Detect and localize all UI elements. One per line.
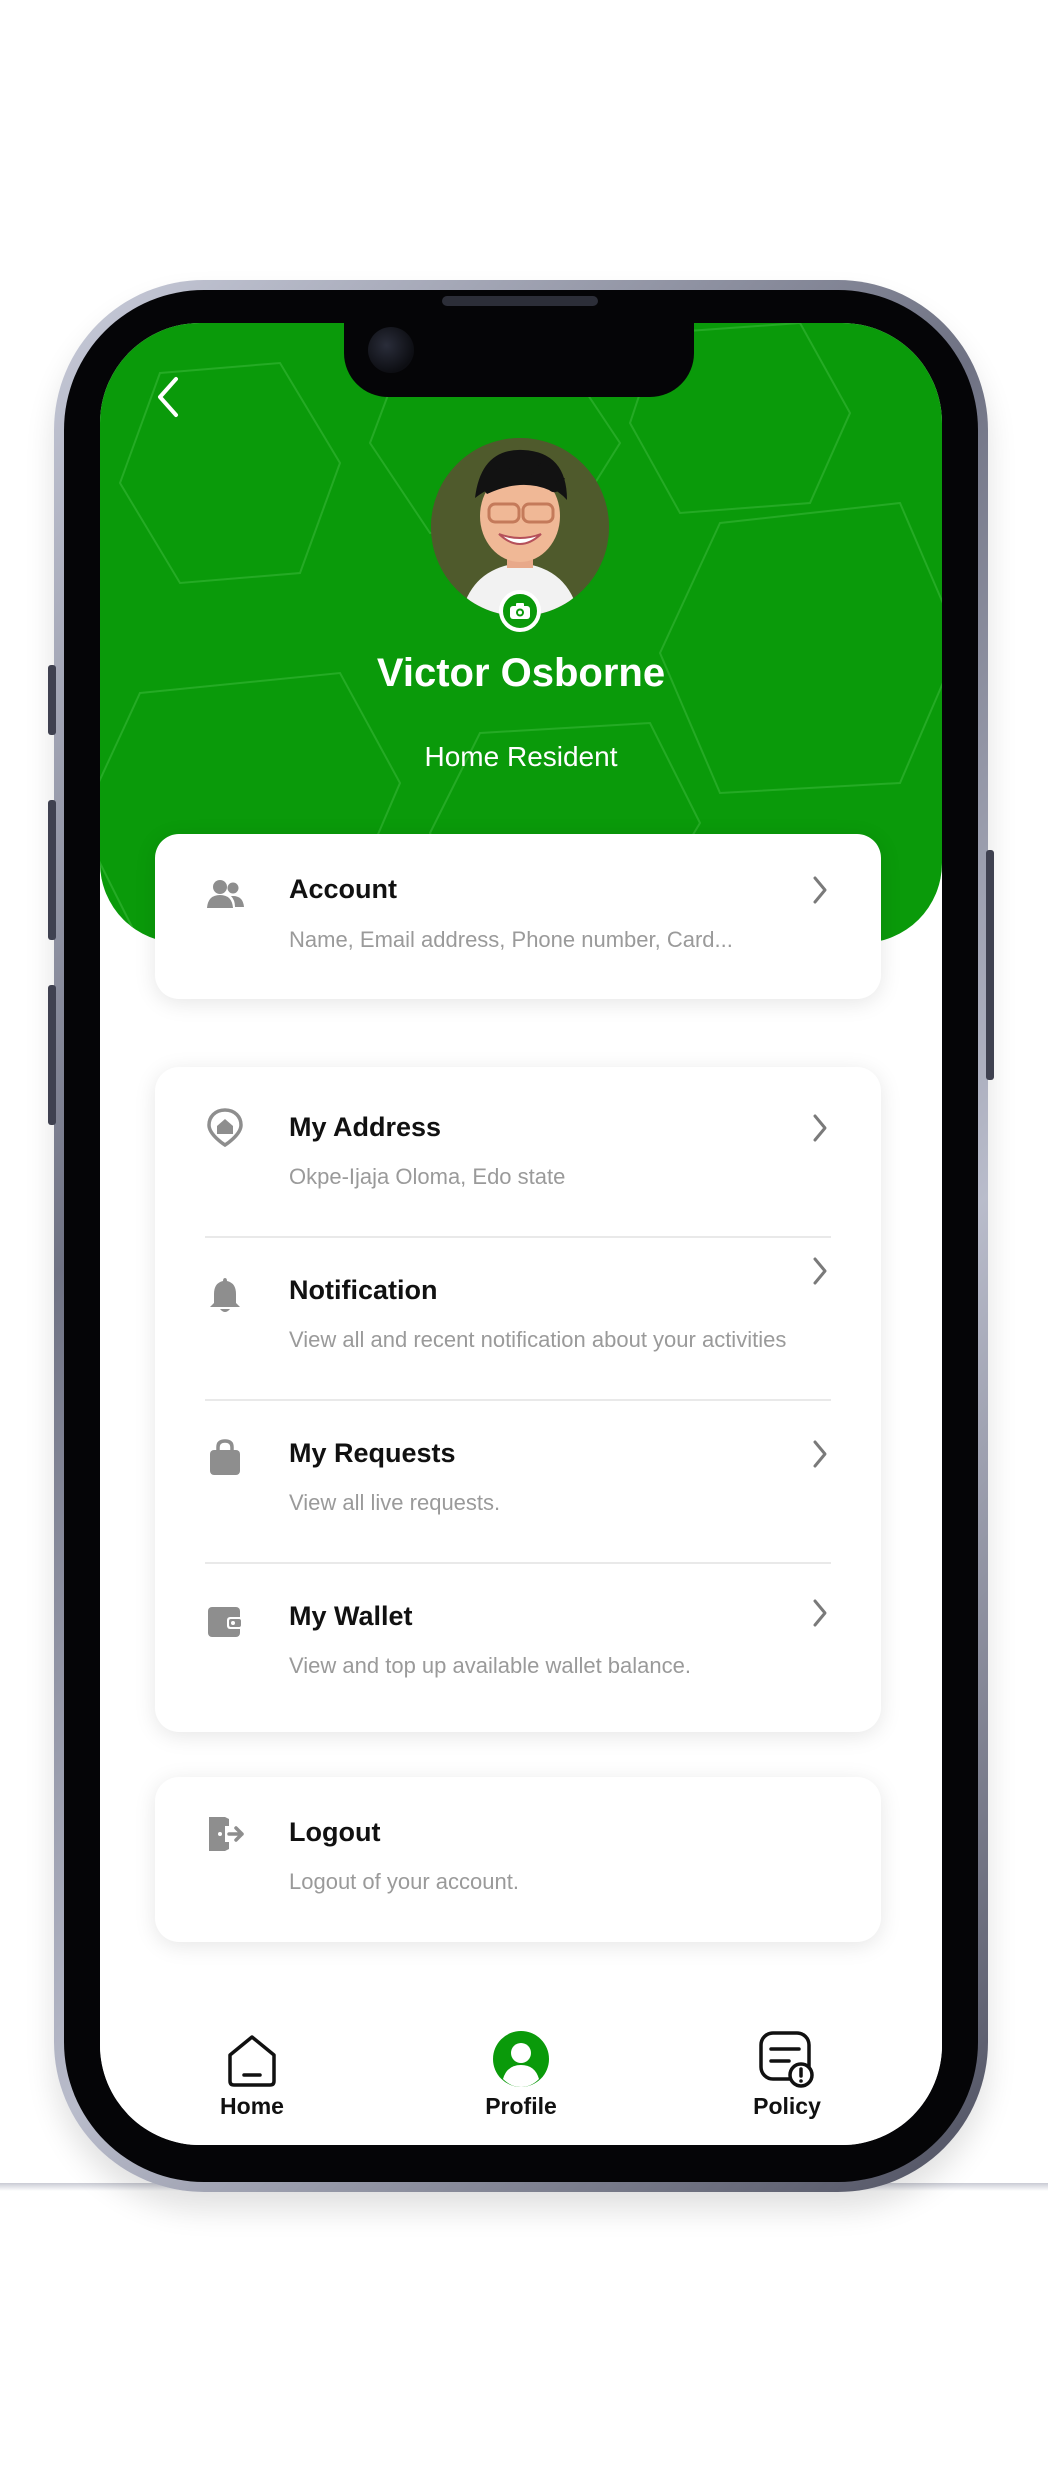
users-icon — [207, 880, 244, 908]
account-subtitle: Name, Email address, Phone number, Card.… — [289, 927, 733, 952]
chevron-right-icon — [813, 1114, 827, 1142]
volume-down-button — [48, 985, 56, 1125]
menu-item-subtitle: View all and recent notification about y… — [289, 1327, 787, 1352]
volume-up-button — [48, 800, 56, 940]
menu-item-title: Notification — [289, 1275, 438, 1305]
camera-icon — [510, 603, 530, 619]
notch — [344, 323, 694, 397]
bag-icon — [210, 1439, 240, 1475]
chevron-left-icon — [158, 377, 178, 417]
policy-icon — [759, 2031, 814, 2088]
logout-row[interactable]: Logout Logout of your account. — [155, 1777, 881, 1942]
app-screen: Victor Osborne Home Resident Account Nam… — [100, 323, 942, 2145]
menu-item-my-address[interactable]: My Address Okpe-Ijaja Oloma, Edo state — [155, 1067, 881, 1237]
menu-item-subtitle: Okpe-Ijaja Oloma, Edo state — [289, 1164, 566, 1189]
logout-subtitle: Logout of your account. — [289, 1869, 519, 1894]
menu-card: My Address Okpe-Ijaja Oloma, Edo state N… — [155, 1067, 881, 1732]
nav-home[interactable]: Home — [172, 2015, 332, 2125]
mute-switch — [48, 665, 56, 735]
account-title: Account — [289, 874, 397, 904]
nav-policy[interactable]: Policy — [707, 2015, 867, 2125]
speaker-grille — [442, 296, 598, 306]
chevron-right-icon — [813, 876, 827, 904]
wallet-icon — [208, 1607, 243, 1637]
logout-icon — [209, 1817, 244, 1851]
nav-label: Profile — [485, 2093, 557, 2119]
user-role: Home Resident — [424, 741, 618, 772]
bottom-nav: Home Profile Policy — [100, 1995, 942, 2145]
back-button[interactable] — [150, 373, 190, 421]
account-card: Account Name, Email address, Phone numbe… — [155, 834, 881, 999]
menu-item-subtitle: View and top up available wallet balance… — [289, 1653, 691, 1678]
profile-icon — [493, 2031, 549, 2087]
nav-label: Home — [220, 2093, 284, 2119]
chevron-right-icon — [813, 1440, 827, 1468]
front-camera — [368, 327, 414, 373]
home-pin-icon — [207, 1108, 243, 1147]
menu-item-notification[interactable]: Notification View all and recent notific… — [155, 1238, 881, 1400]
menu-item-subtitle: View all live requests. — [289, 1490, 501, 1515]
logout-title: Logout — [289, 1817, 381, 1847]
account-row[interactable]: Account Name, Email address, Phone numbe… — [155, 834, 881, 999]
menu-item-title: My Requests — [289, 1438, 456, 1468]
power-button — [986, 850, 994, 1080]
user-name: Victor Osborne — [376, 651, 666, 695]
nav-label: Policy — [753, 2093, 821, 2119]
menu-item-my-requests[interactable]: My Requests View all live requests. — [155, 1401, 881, 1563]
bell-icon — [210, 1278, 240, 1312]
nav-profile[interactable]: Profile — [441, 2015, 601, 2125]
chevron-right-icon — [813, 1599, 827, 1627]
menu-item-title: My Wallet — [289, 1601, 413, 1631]
logout-card: Logout Logout of your account. — [155, 1777, 881, 1942]
menu-item-my-wallet[interactable]: My Wallet View and top up available wall… — [155, 1564, 881, 1729]
menu-item-title: My Address — [289, 1112, 442, 1142]
chevron-right-icon — [813, 1257, 827, 1285]
home-icon — [228, 2035, 276, 2087]
change-photo-button[interactable] — [499, 590, 541, 632]
